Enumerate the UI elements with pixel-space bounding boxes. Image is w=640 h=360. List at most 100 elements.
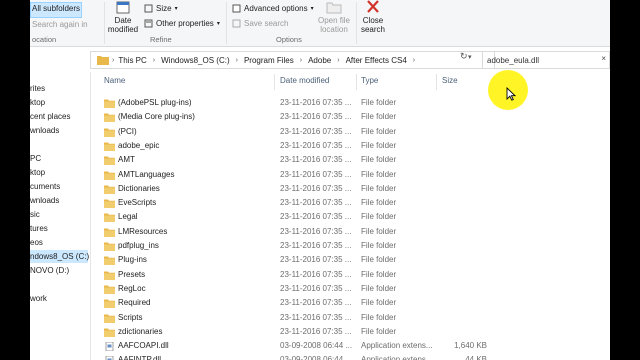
nav-item-downloads[interactable]: wnloads [30,124,59,137]
file-type: File folder [361,140,397,150]
calendar-icon [116,1,130,14]
clear-search-icon[interactable]: × [601,54,606,63]
file-name: adobe_epic [118,140,160,150]
folder-row[interactable]: Plug-ins 23-11-2016 07:35 ... File folder [100,253,610,267]
folder-row[interactable]: Presets 23-11-2016 07:35 ... File folder [100,268,610,282]
folder-icon [104,113,115,123]
file-date-modified: 23-11-2016 07:35 ... [280,326,352,336]
column-header-date-modified[interactable]: Date modified [280,76,329,85]
folder-row[interactable]: RegLoc 23-11-2016 07:35 ... File folder [100,282,610,296]
breadcrumb-label: After Effects CS4 [345,55,407,65]
size-button[interactable]: Size ▾ [144,4,178,13]
file-name: EveScripts [118,198,157,208]
file-type: File folder [361,198,397,208]
file-date-modified: 23-11-2016 07:35 ... [280,169,352,179]
breadcrumb-adobe[interactable]: Adobe › [304,56,341,65]
folder-row[interactable]: (Media Core plug-ins) 23-11-2016 07:35 ..… [100,110,610,124]
file-name: zdictionaries [118,326,163,336]
folder-row[interactable]: Required 23-11-2016 07:35 ... File folder [100,296,610,310]
open-file-location-button[interactable]: Open file location [316,0,352,34]
column-header-size[interactable]: Size [442,76,458,85]
column-divider[interactable] [274,74,275,90]
close-search-button[interactable]: Close search [360,0,386,34]
file-row[interactable]: AAFINTP.dll 03-09-2008 06:44 ... Applicati… [100,353,610,360]
address-bar[interactable]: › This PC › Windows8_OS (C:) › Program Fil… [90,51,495,69]
folder-row[interactable]: EveScripts 23-11-2016 07:35 ... File folde… [100,196,610,210]
date-modified-label: Date modified [107,16,139,34]
file-name: AAFINTP.dll [118,355,161,360]
breadcrumb-this-pc[interactable]: This PC › [114,56,157,65]
folder-row[interactable]: AMTLanguages 23-11-2016 07:35 ... File fol… [100,168,610,182]
nav-item-desktop-pc[interactable]: ktop [30,166,45,179]
file-type: Application extens... [361,341,433,351]
other-properties-button[interactable]: Other properties ▾ [144,19,220,28]
search-again-in-button[interactable]: Search again in [32,20,88,29]
folder-row[interactable]: Scripts 23-11-2016 07:35 ... File folder [100,311,610,325]
file-size: 1,640 KB [454,341,487,351]
folder-row[interactable]: (PCI) 23-11-2016 07:35 ... File folder [100,125,610,139]
breadcrumb-program-files[interactable]: Program Files › [240,56,304,65]
nav-item-this-pc[interactable]: PC [30,152,41,165]
nav-item-favorites[interactable]: rites [30,82,45,95]
file-date-modified: 23-11-2016 07:35 ... [280,241,352,250]
file-date-modified: 23-11-2016 07:35 ... [280,155,352,165]
search-input[interactable]: adobe_eula.dll × [482,51,610,69]
file-date-modified: 23-11-2016 07:35 ... [280,312,352,322]
address-dropdown-icon[interactable]: ▾ [468,53,472,61]
pane-divider[interactable] [90,72,91,360]
column-header-type[interactable]: Type [361,76,378,85]
nav-item-documents[interactable]: cuments [30,180,60,193]
file-date-modified: 23-11-2016 07:35 ... [280,283,352,293]
folder-icon [104,228,115,237]
refresh-icon[interactable]: ↻ [460,51,468,62]
folder-row[interactable]: (AdobePSL plug-ins) 23-11-2016 07:35 ... F… [100,96,610,110]
folder-icon [104,128,115,137]
save-search-button[interactable]: Save search [232,19,288,28]
chevron-down-icon: ▾ [310,6,314,12]
all-subfolders-item[interactable]: All subfolders [32,4,80,13]
nav-item-downloads-pc[interactable]: wnloads [30,194,59,207]
advanced-options-button[interactable]: Advanced options ▾ [232,4,314,13]
column-divider[interactable] [356,74,357,90]
other-properties-label: Other properties [156,19,214,28]
nav-item-network[interactable]: work [30,292,47,305]
nav-item-windows8-os[interactable]: ndows8_OS (C:) [30,250,89,263]
save-search-label: Save search [244,19,289,28]
folder-icon [104,328,115,337]
folder-icon [104,156,115,166]
nav-item-music[interactable]: sic [30,208,40,221]
folder-row[interactable]: adobe_epic 23-11-2016 07:35 ... File folde… [100,139,610,153]
options-group-label: Options [276,35,302,44]
properties-icon [144,19,153,28]
nav-item-pictures[interactable]: tures [30,222,48,235]
breadcrumb-after-effects[interactable]: After Effects CS4 › [342,56,418,65]
nav-item-desktop[interactable]: ktop [30,96,45,109]
folder-row[interactable]: zdictionaries 23-11-2016 07:35 ... File fo… [100,325,610,339]
folder-icon [104,299,115,309]
nav-item-lenovo-d[interactable]: NOVO (D:) [30,264,69,277]
all-subfolders-label: All subfolders [32,4,81,13]
folder-row[interactable]: pdfplug_ins 23-11-2016 07:35 ... File fold… [100,239,610,253]
breadcrumb-windows8-os[interactable]: Windows8_OS (C:) › [157,56,240,65]
file-type: File folder [361,212,397,222]
folder-row[interactable]: LMResources 23-11-2016 07:35 ... File fold… [100,225,610,239]
file-row[interactable]: AAFCOAPI.dll 03-09-2008 06:44 ... Applicat… [100,339,610,353]
column-divider[interactable] [436,74,437,90]
folder-row[interactable]: Legal 23-11-2016 07:35 ... File folder [100,210,610,224]
folder-open-icon [326,2,342,14]
file-date-modified: 23-11-2016 07:35 ... [280,226,352,236]
nav-item-recent-places[interactable]: cent places [30,110,70,123]
file-name: RegLoc [118,283,146,293]
folder-icon [104,99,115,108]
folder-row[interactable]: AMT 23-11-2016 07:35 ... File folder [100,153,610,167]
date-modified-button[interactable]: Date modified [108,0,138,34]
folder-icon [97,56,109,65]
file-list: Name Date modified Type Size (AdobePSL p… [100,72,610,360]
nav-item-videos[interactable]: eos [30,236,43,249]
folder-row[interactable]: Dictionaries 23-11-2016 07:35 ... File fol… [100,182,610,196]
column-header-name[interactable]: Name [104,76,125,85]
file-name: pdfplug_ins [118,241,159,250]
letterbox-right [610,0,640,360]
folder-icon [104,142,115,151]
close-icon [367,0,379,13]
